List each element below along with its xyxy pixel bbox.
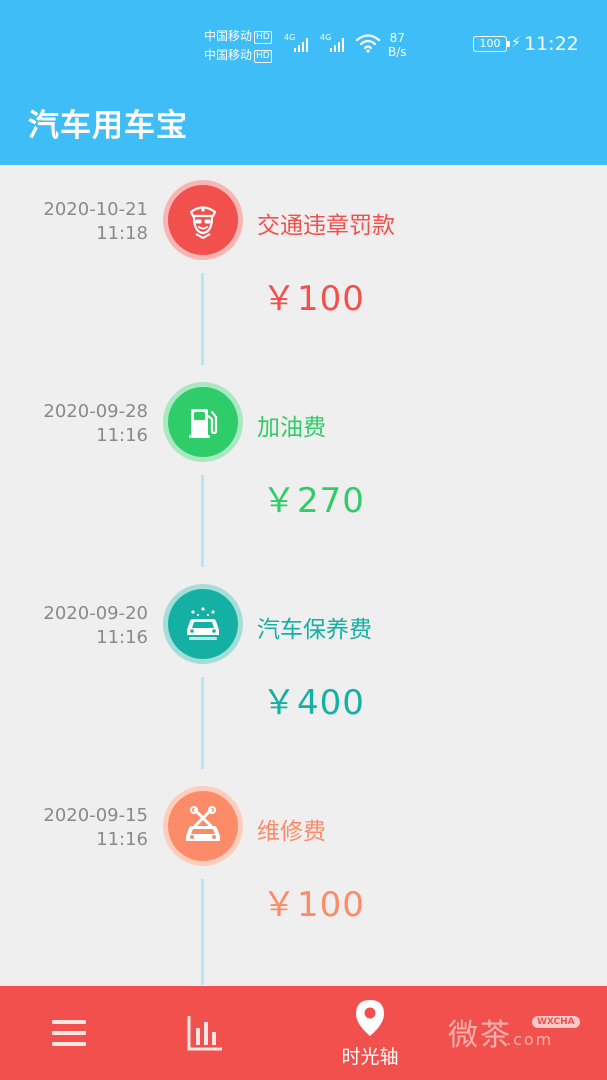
charging-icon: ⚡ <box>511 35 521 51</box>
timeline[interactable]: 2020-10-21 11:18 交通违章罚款 ￥100 2020-09-28 <box>0 165 607 985</box>
entry-icon <box>168 185 238 255</box>
entry-category: 加油费 <box>257 415 326 441</box>
menu-icon <box>52 1020 86 1046</box>
nav-stats-button[interactable] <box>170 986 240 1080</box>
network-speed: 87 B/s <box>388 31 407 59</box>
carrier-2: 中国移动 <box>204 48 253 62</box>
battery-icon: 100 <box>473 36 510 52</box>
entry-datetime: 2020-09-20 11:16 <box>43 603 148 648</box>
car-repair-icon <box>186 806 220 841</box>
entry-category: 交通违章罚款 <box>257 213 395 239</box>
wifi-icon <box>355 34 381 53</box>
entry-icon <box>168 387 238 457</box>
entry-datetime: 2020-09-28 11:16 <box>43 401 148 446</box>
entry-icon-halo <box>163 180 243 260</box>
entry-amount: ￥270 <box>262 481 365 521</box>
entry-amount: ￥100 <box>262 279 365 319</box>
timeline-entry[interactable]: 2020-10-21 11:18 交通违章罚款 ￥100 <box>0 165 607 367</box>
bar-chart-icon <box>187 1016 222 1051</box>
entry-category: 维修费 <box>257 819 326 845</box>
timeline-entry[interactable]: 2020-09-15 11:16 维修费 ￥100 <box>0 771 607 973</box>
car-wash-icon <box>187 607 219 640</box>
entry-icon <box>168 791 238 861</box>
fuel-pump-icon <box>189 409 218 438</box>
entry-amount: ￥400 <box>262 683 365 723</box>
watermark: 微茶.com WXCHA <box>448 1010 580 1054</box>
entry-icon-halo <box>163 584 243 664</box>
hd-badge: HD <box>254 31 272 44</box>
nav-timeline-button[interactable]: 时光轴 <box>320 986 420 1080</box>
entry-icon <box>168 589 238 659</box>
entry-amount: ￥100 <box>262 885 365 925</box>
hd-badge: HD <box>254 50 272 63</box>
timeline-entry[interactable]: 2020-09-20 11:16 汽车保养费 ￥400 <box>0 569 607 771</box>
timeline-entry[interactable]: 2020-09-28 11:16 加油费 ￥270 <box>0 367 607 569</box>
carrier-1: 中国移动 <box>204 29 253 43</box>
carrier-info: 中国移动 HD 中国移动 HD <box>204 27 272 65</box>
entry-icon-halo <box>163 786 243 866</box>
entry-datetime: 2020-09-15 11:16 <box>43 805 148 850</box>
entry-icon-halo <box>163 382 243 462</box>
nav-menu-button[interactable] <box>34 986 104 1080</box>
entry-category: 汽车保养费 <box>257 617 372 643</box>
app-header: 中国移动 HD 中国移动 HD 4G 4G 87 B/s 100 ⚡ 11:22 汽… <box>0 0 607 165</box>
status-bar: 中国移动 HD 中国移动 HD 4G 4G 87 B/s 100 ⚡ 11:22 <box>0 0 607 86</box>
nav-label: 时光轴 <box>341 1045 399 1068</box>
traffic-police-icon <box>189 206 217 240</box>
entry-datetime: 2020-10-21 11:18 <box>43 199 148 244</box>
page-title: 汽车用车宝 <box>28 108 188 144</box>
status-time: 11:22 <box>524 33 579 55</box>
location-pin-icon <box>356 999 384 1036</box>
